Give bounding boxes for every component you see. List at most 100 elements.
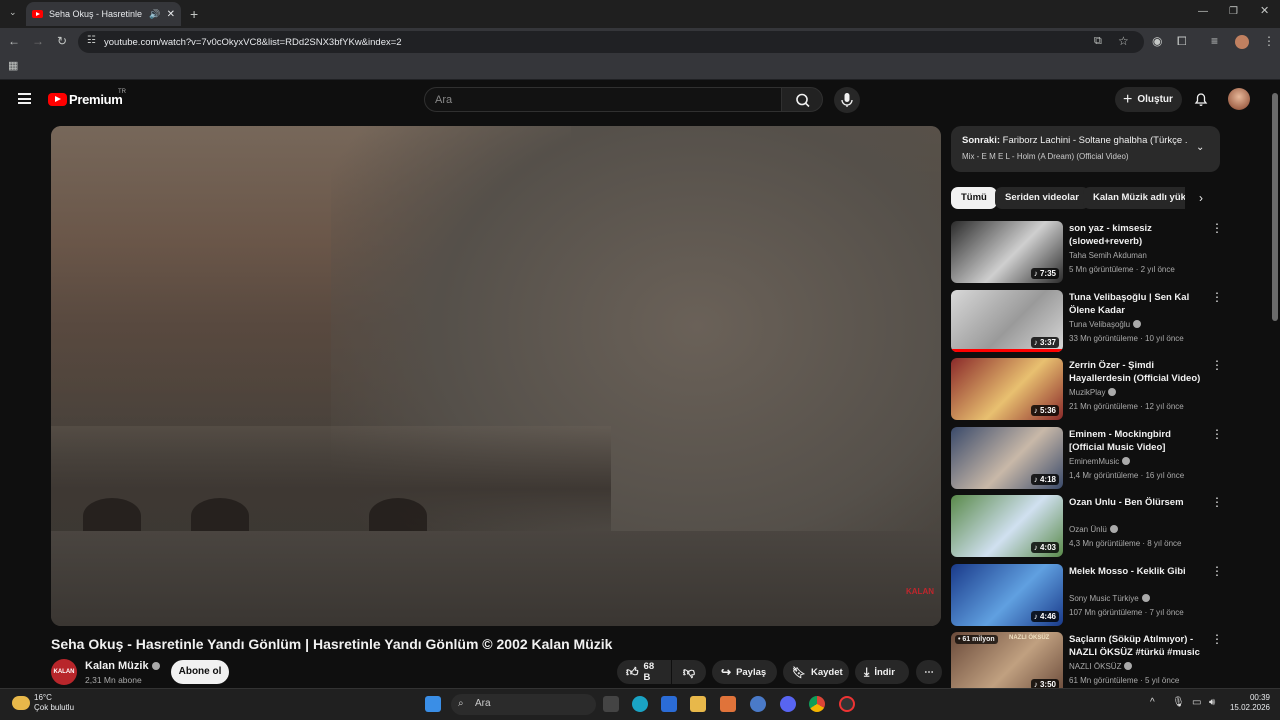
reload-icon[interactable]: ↻ <box>57 35 67 47</box>
more-vertical-icon[interactable]: ⋮ <box>1211 633 1223 645</box>
channel-name[interactable]: Kalan Müzik <box>85 660 160 672</box>
chip-series[interactable]: Seriden videolar <box>995 187 1089 209</box>
subscribe-button[interactable]: Abone ol <box>171 660 229 684</box>
app-settings-icon[interactable] <box>750 696 766 712</box>
expand-chevron-icon[interactable]: ⌄ <box>1196 142 1204 153</box>
recommendation-channel[interactable]: MuzikPlay <box>1069 388 1117 397</box>
chip-channel-uploads[interactable]: Kalan Müzik adlı yükl <box>1083 187 1185 209</box>
recommendation-item[interactable]: ♪ 3:37 Tuna Velibaşoğlu | Sen Kal Ölene K… <box>951 289 1223 354</box>
recommendation-item[interactable]: ♪ 4:46 Melek Mosso - Keklik Gibi Sony Musi… <box>951 563 1223 628</box>
share-button[interactable]: ↪ Paylaş <box>712 660 777 684</box>
dislike-button[interactable]: 👎︎ <box>672 660 706 684</box>
tray-volume-icon[interactable]: 🔊︎ <box>1209 697 1215 708</box>
video-thumbnail[interactable]: ♪ 4:18 <box>951 426 1063 489</box>
upnext-title: Sonraki: Fariborz Lachini - Soltane ghal… <box>962 135 1187 146</box>
weather-widget[interactable]: 16°C Çok bulutlu <box>12 693 74 712</box>
back-icon[interactable]: ← <box>8 35 20 47</box>
new-tab-icon[interactable]: + <box>190 7 198 21</box>
extension-icon[interactable]: ◉ <box>1152 35 1162 47</box>
apps-grid-icon[interactable]: ▦ <box>8 61 18 72</box>
recommendation-title[interactable]: Melek Mosso - Keklik Gibi <box>1069 565 1201 578</box>
forward-icon[interactable]: → <box>32 35 44 47</box>
more-actions-button[interactable]: ⋯ <box>916 660 942 684</box>
save-button[interactable]: 🔖︎ Kaydet <box>783 660 849 684</box>
account-avatar[interactable] <box>1228 88 1250 110</box>
recommendation-item[interactable]: • 61 milyon NAZLI ÖKSÜZ ♪ 3:50 Saçların (Sö… <box>951 632 1223 696</box>
recommendation-title[interactable]: son yaz - kimsesiz (slowed+reverb) <box>1069 222 1201 248</box>
audio-playing-icon[interactable]: 🔊 <box>149 9 160 20</box>
system-clock[interactable]: 00:39 15.02.2026 <box>1228 693 1270 712</box>
recommendation-title[interactable]: Eminem - Mockingbird [Official Music Vid… <box>1069 428 1201 454</box>
video-thumbnail[interactable]: ♪ 7:35 <box>951 221 1063 283</box>
recommendation-channel[interactable]: Ozan Ünlü <box>1069 525 1118 534</box>
recommendation-channel[interactable]: Taha Semih Akduman <box>1069 251 1147 260</box>
hamburger-menu-icon[interactable] <box>18 93 31 104</box>
logo-text[interactable]: Premium <box>69 92 123 107</box>
reading-list-icon[interactable]: ≡ <box>1211 35 1218 47</box>
voice-search-button[interactable] <box>834 87 860 113</box>
windows-start-icon[interactable] <box>425 696 441 712</box>
tray-network-icon[interactable]: ▭ <box>1192 697 1201 708</box>
video-thumbnail[interactable]: • 61 milyon NAZLI ÖKSÜZ ♪ 3:50 <box>951 632 1063 694</box>
recommendation-channel[interactable]: NAZLI ÖKSÜZ <box>1069 662 1133 671</box>
browser-tab[interactable]: Seha Okuş - Hasretinle Yand 🔊 ✕ <box>26 2 181 26</box>
extensions-puzzle-icon[interactable]: ⧠ <box>1177 35 1187 47</box>
recommendation-item[interactable]: ♪ 7:35 son yaz - kimsesiz (slowed+reverb)… <box>951 221 1223 285</box>
profile-avatar[interactable] <box>1235 35 1249 49</box>
address-bar[interactable]: ☷ youtube.com/watch?v=7v0cOkyxVC8&list=R… <box>78 31 1144 53</box>
browser-menu-icon[interactable]: ⋮ <box>1263 35 1275 47</box>
search-button[interactable] <box>781 87 823 112</box>
chrome-icon[interactable] <box>809 696 825 712</box>
recommendation-title[interactable]: Zerrin Özer - Şimdi Hayallerdesin (Offic… <box>1069 359 1201 385</box>
more-vertical-icon[interactable]: ⋮ <box>1211 496 1223 508</box>
tray-chevron-icon[interactable]: ^ <box>1150 697 1155 708</box>
video-thumbnail[interactable]: ♪ 4:46 <box>951 563 1063 626</box>
more-vertical-icon[interactable]: ⋮ <box>1211 428 1223 440</box>
restore-icon[interactable]: ❐ <box>1229 7 1238 17</box>
install-app-icon[interactable]: ⧉ <box>1094 36 1102 47</box>
notifications-bell-icon[interactable] <box>1193 91 1209 107</box>
tab-close-icon[interactable]: ✕ <box>167 9 175 20</box>
file-explorer-icon[interactable] <box>690 696 706 712</box>
bookmark-star-icon[interactable]: ☆ <box>1118 35 1129 47</box>
search-input[interactable]: Ara <box>424 87 782 112</box>
discord-icon[interactable] <box>780 696 796 712</box>
video-player[interactable]: KALAN <box>51 126 941 626</box>
taskbar-search[interactable]: Ara <box>451 694 596 715</box>
recommendation-item[interactable]: ♪ 5:36 Zerrin Özer - Şimdi Hayallerdesin … <box>951 358 1223 422</box>
close-window-icon[interactable]: ✕ <box>1260 6 1269 17</box>
chips-next-chevron-icon[interactable]: › <box>1199 191 1203 205</box>
recommendation-channel[interactable]: EminemMusic <box>1069 456 1131 466</box>
more-vertical-icon[interactable]: ⋮ <box>1211 565 1223 577</box>
site-info-icon[interactable]: ☷ <box>87 36 96 46</box>
like-button[interactable]: 👍︎ 68 B <box>617 660 671 684</box>
recommendation-item[interactable]: ♪ 4:18 Eminem - Mockingbird [Official Mus… <box>951 426 1223 491</box>
more-vertical-icon[interactable]: ⋮ <box>1211 359 1223 371</box>
create-button[interactable]: + Oluştur <box>1115 87 1182 112</box>
tab-search-icon[interactable]: ⌄ <box>9 8 17 17</box>
recommendation-item[interactable]: ♪ 4:03 Ozan Unlu - Ben Ölürsem Ozan Ünlü 4,… <box>951 495 1223 559</box>
app-dark-icon[interactable] <box>839 696 855 712</box>
video-thumbnail[interactable]: ♪ 3:37 <box>951 289 1063 352</box>
tray-mic-icon[interactable]: 🎙︎ <box>1172 697 1185 708</box>
more-vertical-icon[interactable]: ⋮ <box>1211 291 1223 303</box>
recommendation-title[interactable]: Tuna Velibaşoğlu | Sen Kal Ölene Kadar <box>1069 291 1201 317</box>
recommendation-channel[interactable]: Tuna Velibaşoğlu <box>1069 319 1142 329</box>
youtube-logo-icon[interactable] <box>48 93 67 106</box>
video-thumbnail[interactable]: ♪ 5:36 <box>951 358 1063 420</box>
video-thumbnail[interactable]: ♪ 4:03 <box>951 495 1063 557</box>
task-view-icon[interactable] <box>603 696 619 712</box>
app-a-icon[interactable] <box>720 696 736 712</box>
minimize-icon[interactable]: — <box>1198 7 1208 17</box>
more-vertical-icon[interactable]: ⋮ <box>1211 222 1223 234</box>
recommendation-title[interactable]: Saçların (Söküp Atılmıyor) - NAZLI ÖKSÜZ… <box>1069 633 1201 660</box>
playlist-upnext-panel[interactable]: Sonraki: Fariborz Lachini - Soltane ghal… <box>951 126 1220 172</box>
download-button[interactable]: ⤓ İndir <box>855 660 909 684</box>
scrollbar-thumb[interactable] <box>1272 93 1278 321</box>
channel-avatar[interactable]: KALAN <box>51 659 77 685</box>
chip-all[interactable]: Tümü <box>951 187 997 209</box>
edge-icon[interactable] <box>632 696 648 712</box>
recommendation-title[interactable]: Ozan Unlu - Ben Ölürsem <box>1069 496 1201 509</box>
recommendation-channel[interactable]: Sony Music Türkiye <box>1069 593 1150 603</box>
store-icon[interactable] <box>661 696 677 712</box>
